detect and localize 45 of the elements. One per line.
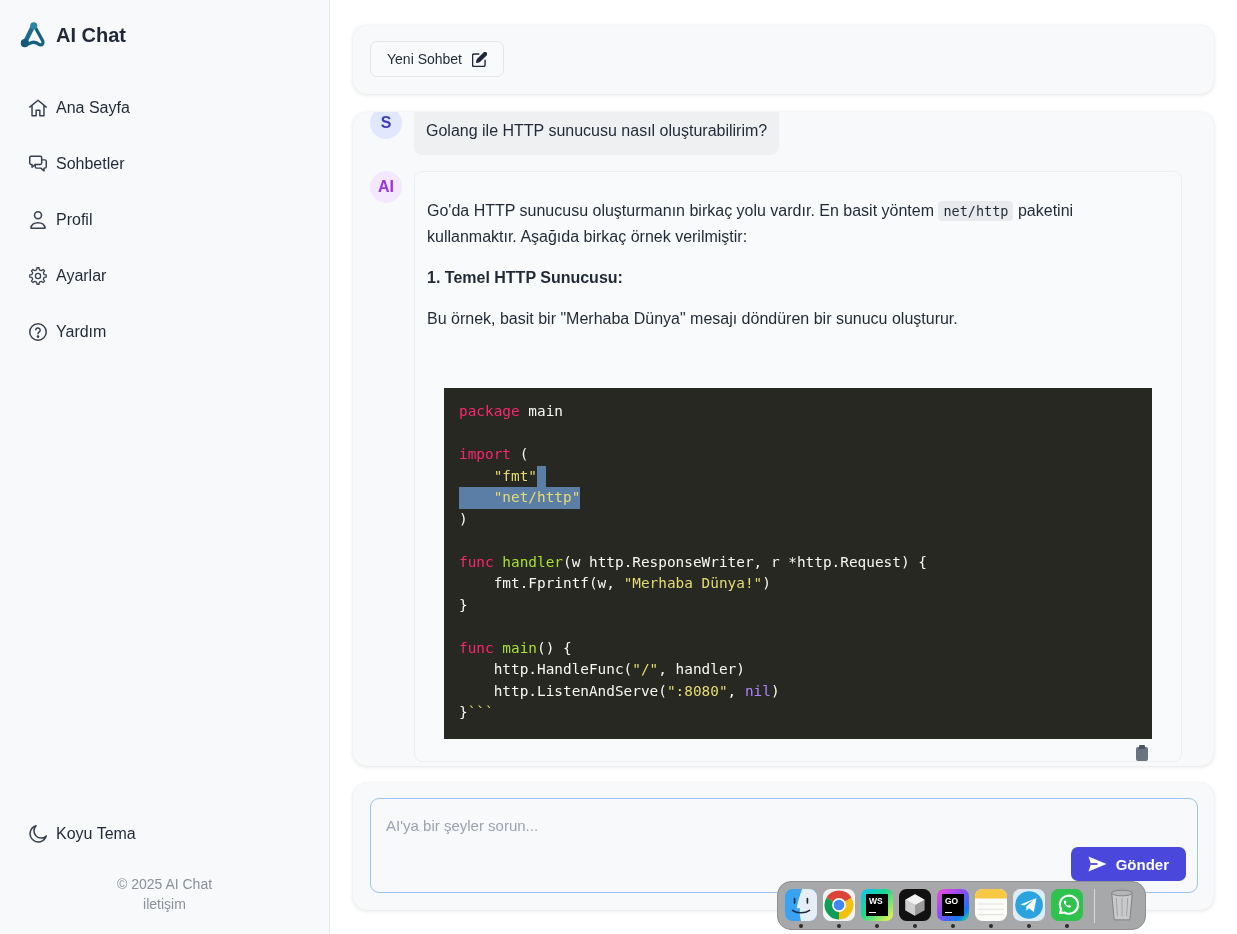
- smiling-face-icon[interactable]: [785, 889, 817, 921]
- code-line: fmt.Fprintf(w, "Merhaba Dünya!"): [492, 574, 771, 593]
- paper-plane-icon[interactable]: [1013, 889, 1045, 921]
- code-line: import (: [459, 445, 529, 464]
- message-paragraph: Bu örnek, basit bir "Merhaba Dünya" mesajı döndüren bir sunucu oluşturur.: [427, 309, 959, 329]
- code-line: ): [459, 509, 468, 529]
- logo-icon: [20, 22, 46, 48]
- code-line: func main() {: [459, 638, 572, 658]
- code-line: http.ListenAndServe(":8080", nil): [492, 681, 780, 701]
- cube-icon[interactable]: [899, 889, 931, 921]
- code-line: "fmt": [459, 465, 546, 487]
- code-line: http.HandleFunc("/", handler): [492, 660, 745, 679]
- user-avatar: S: [370, 112, 402, 139]
- home-icon: [29, 99, 47, 117]
- copyright-text: © 2025 AI Chat: [116, 875, 213, 894]
- color-wheel-icon[interactable]: [823, 889, 855, 921]
- nav-item[interactable]: Yardım: [20, 314, 116, 350]
- message-paragraph: Go'da HTTP sunucusu oluşturmanın birkaç yolu vardır. En basit yöntem net/http paketini kullanmaktır. Aşağıda birkaç örnek verilmiştir:: [427, 200, 1075, 247]
- dock-app-button[interactable]: WS: [861, 889, 893, 921]
- nav-item[interactable]: Sohbetler: [20, 146, 134, 182]
- chat-bubbles-icon: [29, 155, 47, 173]
- assistant-avatar: AI: [370, 171, 402, 203]
- message-heading: 1. Temel HTTP Sunucusu:: [427, 268, 623, 288]
- notepad-icon[interactable]: [975, 889, 1007, 921]
- nav-item[interactable]: Ayarlar: [20, 258, 116, 294]
- dock-app-button[interactable]: GO: [937, 889, 969, 921]
- message-bubble: Golang ile HTTP sunucusu nasıl oluşturabilirim?: [414, 112, 780, 155]
- code-line: }: [459, 595, 468, 615]
- theme-toggle[interactable]: Koyu Tema: [20, 816, 145, 852]
- app-title: AI Chat: [56, 23, 126, 47]
- user-icon: [29, 211, 47, 229]
- new-chat-button[interactable]: Yeni Sohbet: [370, 41, 504, 77]
- send-button[interactable]: Gönder: [1070, 847, 1186, 881]
- code-line: package main: [459, 402, 563, 421]
- code-line: }```: [459, 703, 494, 722]
- nav-item[interactable]: Ana Sayfa: [20, 90, 139, 126]
- phone-bubble-icon[interactable]: [1051, 889, 1083, 921]
- moon-icon: [29, 825, 47, 843]
- send-icon: [1087, 855, 1107, 873]
- help-icon: [29, 323, 47, 341]
- gear-icon: [29, 267, 47, 285]
- clipboard-icon[interactable]: [1136, 744, 1148, 761]
- nav-item[interactable]: Profil: [20, 202, 102, 238]
- code-line: func handler(w http.ResponseWriter, r *http.Request) {: [459, 552, 927, 572]
- edit-icon: [472, 51, 487, 67]
